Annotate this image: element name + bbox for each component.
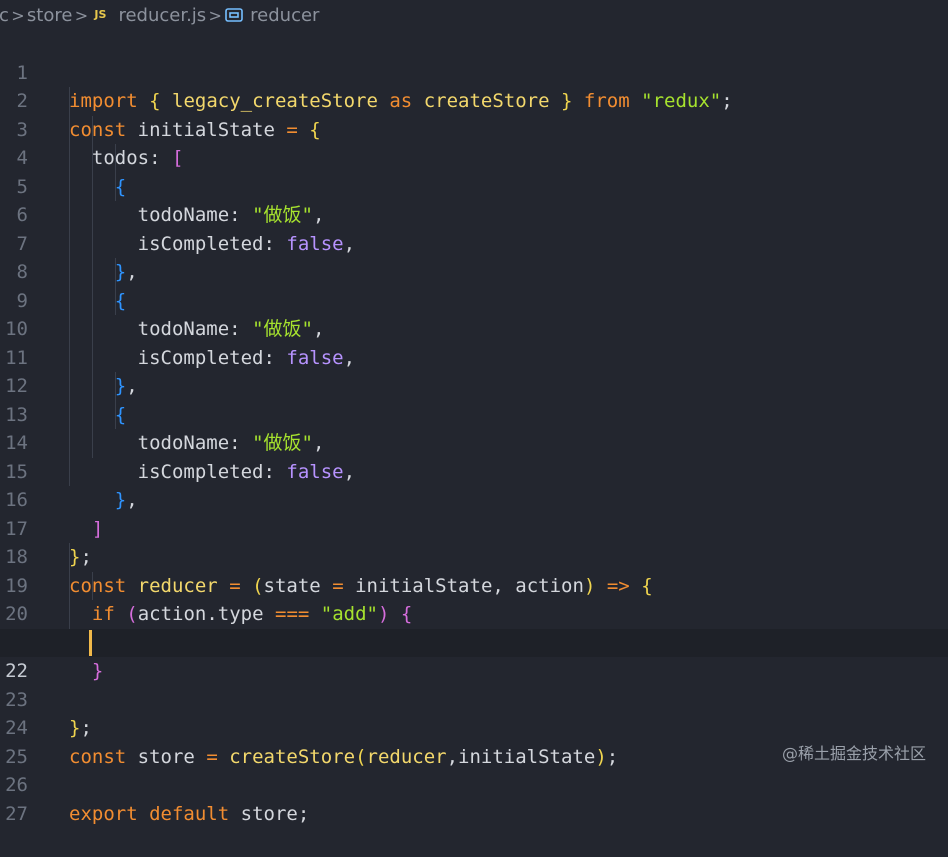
code-line-active[interactable]: 22 <box>0 629 948 658</box>
breadcrumb-separator: > <box>206 6 224 25</box>
code-line[interactable]: 7 }, <box>0 201 948 230</box>
code-line[interactable]: 12 { <box>0 344 948 373</box>
symbol-variable-icon <box>224 6 244 24</box>
breadcrumb-separator: > <box>72 6 90 25</box>
code-text: export default store; <box>69 800 309 829</box>
code-line[interactable]: 4 { <box>0 116 948 145</box>
code-line[interactable]: 25 <box>0 714 948 743</box>
code-editor[interactable]: 1 import { legacy_createStore as createS… <box>0 30 948 784</box>
breadcrumb-item-store[interactable]: store <box>27 5 73 26</box>
code-line[interactable]: 17 }; <box>0 486 948 515</box>
code-line[interactable]: 27 <box>0 771 948 800</box>
code-line[interactable]: 6 isCompleted: false, <box>0 173 948 202</box>
code-line[interactable]: 14 isCompleted: false, <box>0 401 948 430</box>
code-line[interactable]: 15 }, <box>0 429 948 458</box>
code-line[interactable]: 8 { <box>0 230 948 259</box>
breadcrumb-item-file[interactable]: reducer.js <box>118 5 206 26</box>
code-line[interactable]: 23 }; <box>0 657 948 686</box>
code-line[interactable]: 1 import { legacy_createStore as createS… <box>0 30 948 59</box>
text-cursor <box>89 630 92 656</box>
code-line[interactable]: 2 const initialState = { <box>0 59 948 88</box>
code-line[interactable]: 18 const reducer = (state = initialState… <box>0 515 948 544</box>
breadcrumb-item-symbol[interactable]: reducer <box>250 5 319 26</box>
breadcrumb: rc > store > JS reducer.js > reducer <box>0 0 948 30</box>
breadcrumb-item-src[interactable]: rc <box>0 5 9 26</box>
code-line[interactable]: 19 if (action.type === "add") { <box>0 543 948 572</box>
code-line[interactable]: 10 isCompleted: false, <box>0 287 948 316</box>
code-line[interactable]: 11 }, <box>0 315 948 344</box>
javascript-file-icon: JS <box>90 6 110 24</box>
line-number: 27 <box>0 800 28 829</box>
code-line[interactable]: 24 const store = createStore(reducer,ini… <box>0 686 948 715</box>
code-line[interactable]: 20 return { ...state, todos: [...state.t… <box>0 572 948 601</box>
code-line[interactable]: 9 todoName: "做饭", <box>0 258 948 287</box>
code-line[interactable]: 21 } <box>0 600 948 629</box>
code-line[interactable]: 5 todoName: "做饭", <box>0 144 948 173</box>
code-line[interactable]: 13 todoName: "做饭", <box>0 372 948 401</box>
watermark: @稀土掘金技术社区 <box>782 740 926 764</box>
breadcrumb-separator: > <box>9 6 27 25</box>
code-line[interactable]: 3 todos: [ <box>0 87 948 116</box>
code-line[interactable]: 16 ] <box>0 458 948 487</box>
